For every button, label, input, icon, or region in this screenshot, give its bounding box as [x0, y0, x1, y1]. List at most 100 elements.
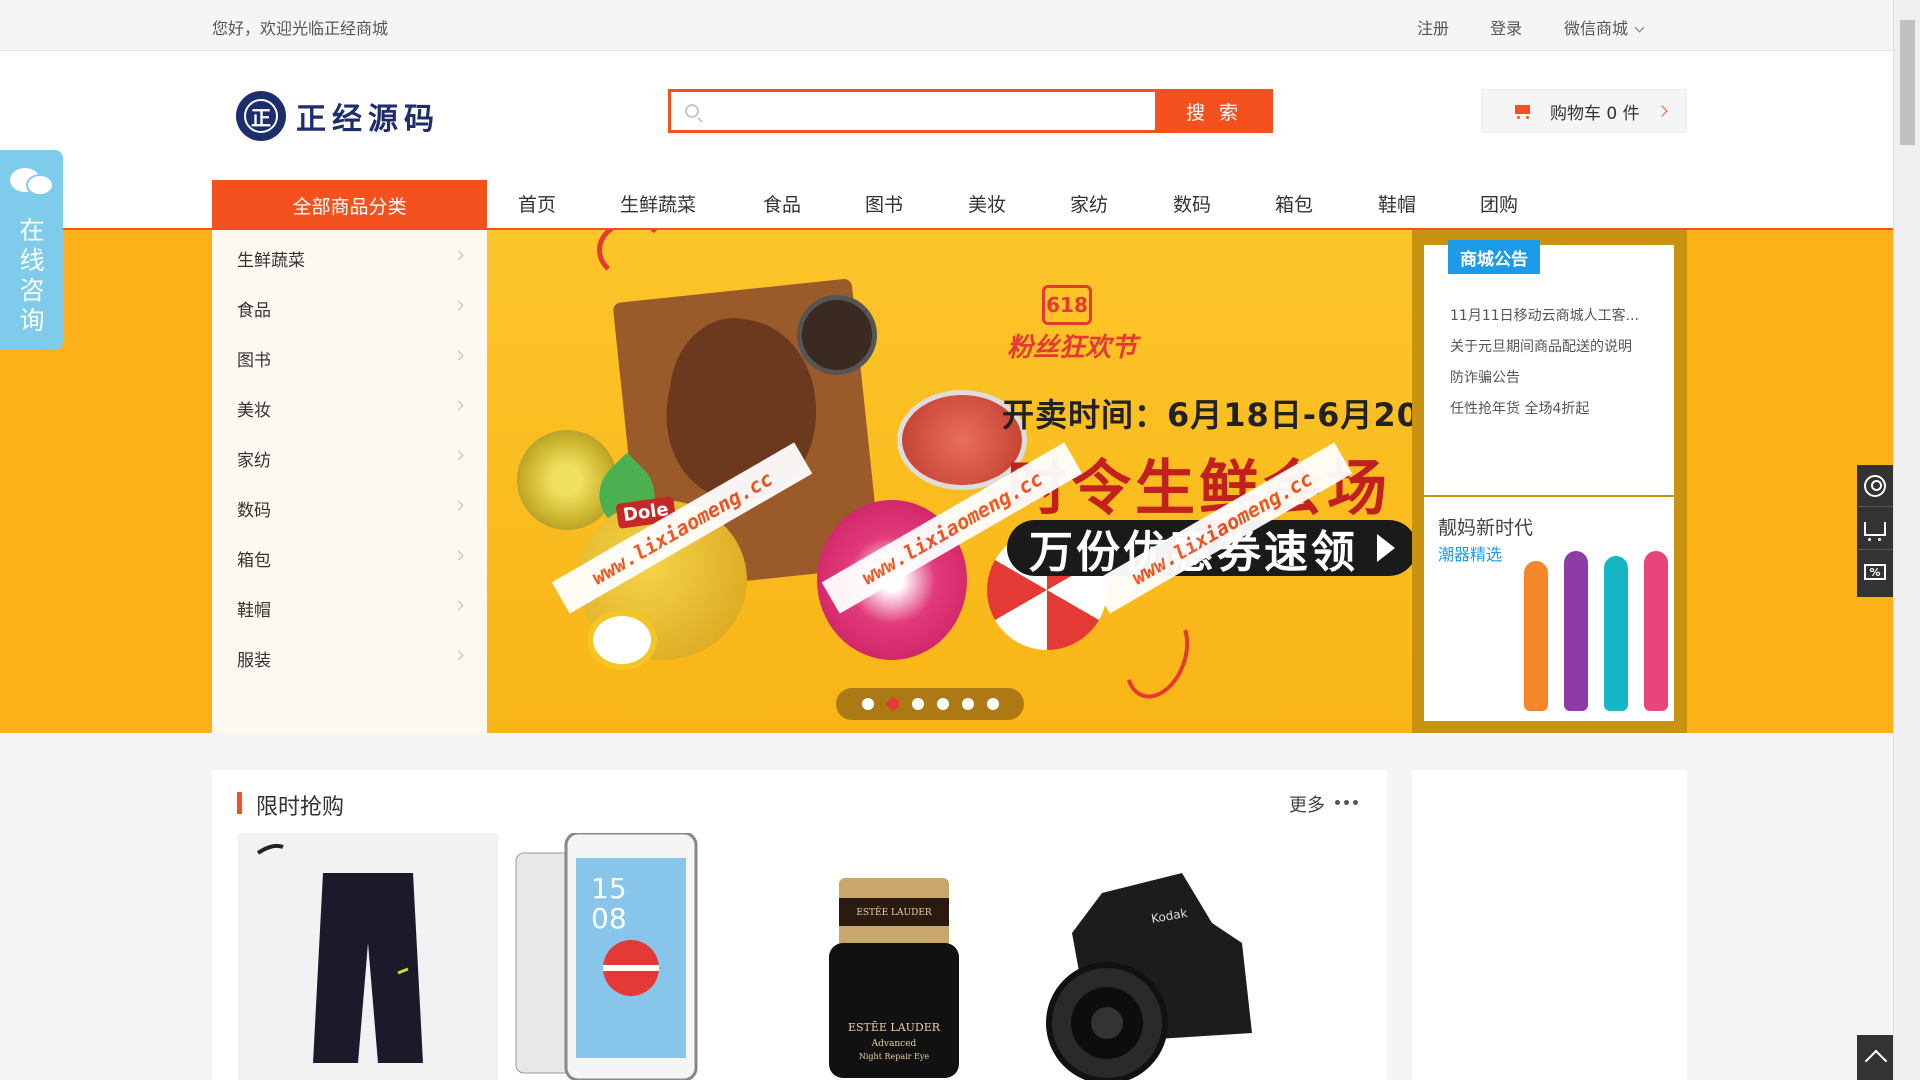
sidebar-item-label: 图书 — [237, 351, 271, 371]
search-input[interactable] — [671, 92, 1155, 130]
product-image — [1564, 551, 1588, 711]
cart-button[interactable]: 购物车 0 件 — [1481, 89, 1687, 133]
slide-dot-1[interactable] — [861, 698, 874, 710]
cart-label: 购物车 0 件 — [1550, 103, 1640, 124]
right-toolbar: % — [1857, 465, 1893, 597]
decorative-swirl — [597, 230, 667, 280]
slide-pagination — [836, 688, 1024, 720]
discount-button[interactable]: % — [1857, 551, 1893, 593]
sidebar-item-shoes-hats[interactable]: 鞋帽 — [237, 596, 464, 621]
register-link[interactable]: 注册 — [1417, 15, 1449, 39]
chevron-right-icon — [453, 650, 464, 661]
slide-dot-5[interactable] — [961, 698, 974, 710]
chevron-right-icon — [453, 300, 464, 311]
nav-item-fresh[interactable]: 生鲜蔬菜 — [620, 190, 696, 217]
chevron-right-icon — [453, 600, 464, 611]
nav-item-bags[interactable]: 箱包 — [1275, 190, 1313, 217]
more-link[interactable]: 更多 — [1289, 791, 1325, 817]
notice-item[interactable]: 防诈骗公告 — [1450, 367, 1660, 387]
promo-title: 靓妈新时代 — [1438, 517, 1534, 539]
chevron-right-icon — [453, 500, 464, 511]
pants-image — [256, 843, 423, 1063]
sidebar-item-label: 家纺 — [237, 451, 271, 471]
percent-icon: % — [1864, 564, 1886, 580]
sidebar-item-bags[interactable]: 箱包 — [237, 546, 464, 571]
flash-sale-section: 限时抢购 更多 15 08 ESTĒE LAUDER ESTĒE LAUDER — [212, 770, 1387, 1080]
scrollbar-thumb[interactable] — [1900, 20, 1915, 145]
slide-dot-4[interactable] — [936, 698, 949, 710]
product-label: Night Repair Eye — [859, 1052, 930, 1061]
product-card-pants[interactable] — [238, 833, 498, 1080]
sidebar-item-label: 数码 — [237, 501, 271, 521]
nav-item-digital[interactable]: 数码 — [1173, 190, 1211, 217]
sidebar-item-label: 生鲜蔬菜 — [237, 251, 305, 271]
banner-slide[interactable]: Dole 618 粉丝狂欢节 开卖时间：6月18日-6月20日 时令生鲜会场 万… — [487, 230, 1412, 733]
notice-item[interactable]: 关于元旦期间商品配送的说明 — [1450, 336, 1660, 356]
product-label: ESTĒE LAUDER — [856, 906, 932, 918]
search-icon — [685, 104, 699, 118]
product-card-cosmetics[interactable]: ESTĒE LAUDER ESTĒE LAUDER Advanced Night… — [754, 833, 1014, 1080]
product-image — [1604, 556, 1628, 711]
more-dots-icon[interactable] — [1335, 800, 1358, 805]
nav-item-shoes-hats[interactable]: 鞋帽 — [1378, 190, 1416, 217]
wechat-mall-label: 微信商城 — [1564, 19, 1629, 38]
user-center-button[interactable] — [1857, 465, 1893, 507]
chat-bubble-icon — [10, 168, 54, 198]
notice-item[interactable]: 11月11日移动云商城人工客... — [1450, 305, 1660, 325]
sale-time: 开卖时间：6月18日-6月20日 — [1002, 396, 1412, 434]
logo-badge-text: 正 — [244, 99, 278, 133]
decorative-swirl — [1113, 602, 1201, 708]
wechat-mall-menu[interactable]: 微信商城 — [1564, 15, 1645, 39]
notice-item[interactable]: 任性抢年货 全场4折起 — [1450, 398, 1660, 418]
page-scrollbar[interactable] — [1893, 0, 1920, 1080]
section-marker — [237, 792, 242, 814]
play-arrow-icon — [1377, 534, 1395, 562]
chevron-right-icon — [453, 250, 464, 261]
slide-dot-3[interactable] — [911, 698, 924, 710]
sidebar-item-digital[interactable]: 数码 — [237, 496, 464, 521]
svg-text:08: 08 — [591, 902, 627, 935]
promo-card[interactable]: 靓妈新时代 潮器精选 — [1424, 497, 1674, 721]
svg-text:15: 15 — [591, 872, 627, 905]
nav-item-group-buy[interactable]: 团购 — [1480, 190, 1518, 217]
sidebar-item-fresh[interactable]: 生鲜蔬菜 — [237, 246, 464, 271]
phone-image: 15 08 — [515, 831, 698, 1080]
mini-cart-button[interactable] — [1857, 508, 1893, 550]
sidebar-item-books[interactable]: 图书 — [237, 346, 464, 371]
nav-item-books[interactable]: 图书 — [865, 190, 903, 217]
product-card-phone[interactable]: 15 08 — [496, 831, 756, 1080]
cream-jar-image: ESTĒE LAUDER ESTĒE LAUDER Advanced Night… — [829, 878, 959, 1078]
all-categories-button[interactable]: 全部商品分类 — [212, 180, 487, 230]
egg-image — [587, 610, 657, 670]
logo-text: 正经源码 — [296, 102, 440, 137]
product-image — [1644, 551, 1668, 711]
sidebar-item-home-textile[interactable]: 家纺 — [237, 446, 464, 471]
618-badge-number: 618 — [1042, 285, 1092, 325]
nav-item-home[interactable]: 首页 — [518, 190, 556, 217]
product-label: ESTĒE LAUDER — [848, 1021, 941, 1034]
nav-item-beauty[interactable]: 美妆 — [968, 190, 1006, 217]
flash-sale-title: 限时抢购 — [256, 795, 345, 820]
chevron-right-icon — [1656, 105, 1668, 117]
online-consult-button[interactable]: 在线咨询 — [0, 150, 63, 350]
nav-item-food[interactable]: 食品 — [763, 190, 801, 217]
product-label: Advanced — [871, 1039, 917, 1049]
sidebar-item-food[interactable]: 食品 — [237, 296, 464, 321]
side-ad-box — [1412, 770, 1687, 1080]
slide-dot-2[interactable] — [886, 698, 899, 710]
sidebar-item-label: 美妆 — [237, 401, 271, 421]
back-to-top-button[interactable] — [1857, 1035, 1893, 1080]
618-badge: 618 粉丝狂欢节 — [1007, 285, 1137, 365]
sidebar-item-apparel[interactable]: 服装 — [237, 646, 464, 671]
product-card-camera[interactable]: Kodak — [1012, 833, 1272, 1080]
sidebar-item-beauty[interactable]: 美妆 — [237, 396, 464, 421]
product-image — [1524, 561, 1548, 711]
chevron-right-icon — [453, 550, 464, 561]
slide-dot-6[interactable] — [986, 698, 999, 710]
logo[interactable]: 正 正经源码 — [236, 91, 440, 141]
login-link[interactable]: 登录 — [1490, 15, 1522, 39]
category-sidebar: 生鲜蔬菜 食品 图书 美妆 家纺 数码 箱包 鞋帽 服装 — [212, 230, 487, 733]
618-badge-text: 粉丝狂欢节 — [1007, 333, 1138, 363]
search-button[interactable]: 搜 索 — [1155, 89, 1273, 133]
nav-item-home-textile[interactable]: 家纺 — [1070, 190, 1108, 217]
